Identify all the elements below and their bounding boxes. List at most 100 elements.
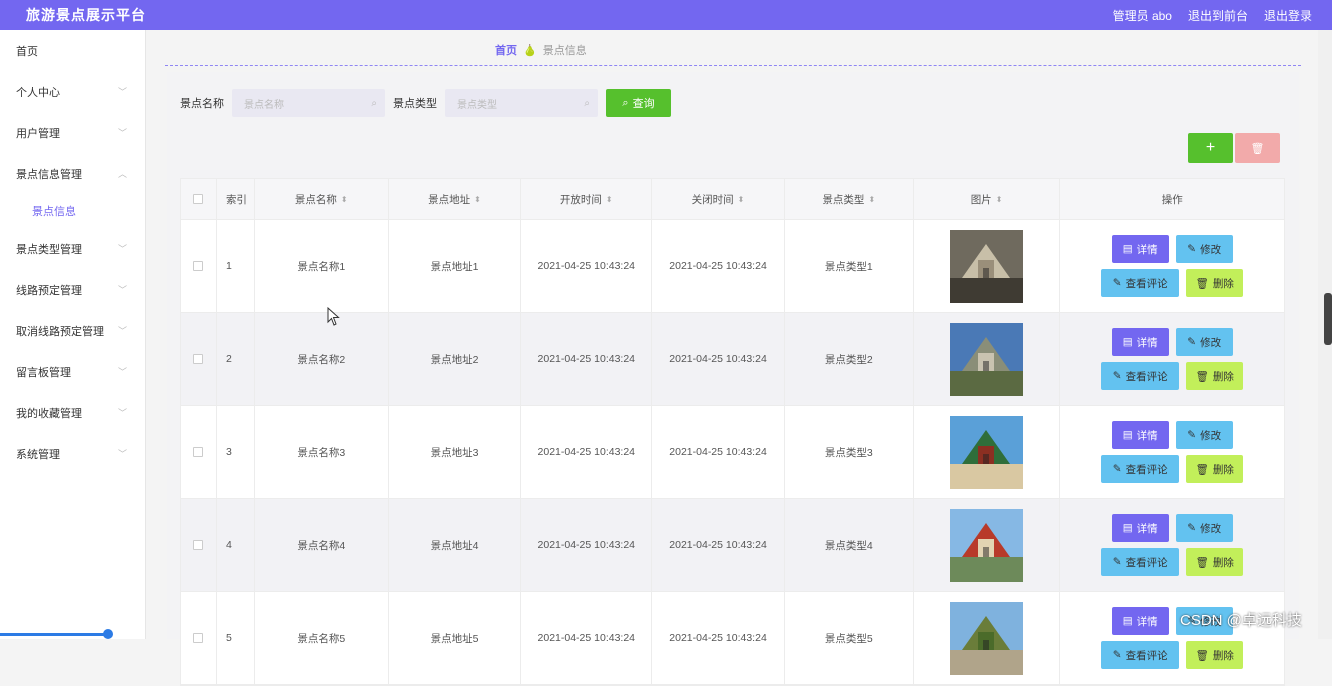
row-checkbox-cell[interactable]	[181, 499, 217, 591]
row-checkbox[interactable]	[193, 540, 204, 550]
delete-button[interactable]: 🗑 删除	[1186, 362, 1244, 390]
cell-name: 景点名称2	[255, 313, 389, 405]
table-body: 1 景点名称1 景点地址1 2021-04-25 10:43:24 2021-0…	[181, 220, 1284, 685]
document-icon: ▤	[1122, 522, 1133, 534]
sort-icon[interactable]: ⬍	[996, 195, 1003, 204]
header-close-time[interactable]: 关闭时间 ⬍	[652, 179, 785, 219]
chevron-down-icon: ﹀	[117, 326, 127, 336]
sort-icon[interactable]: ⬍	[474, 195, 481, 204]
cell-address: 景点地址4	[389, 499, 522, 591]
page-scrollbar-thumb[interactable]	[1324, 293, 1332, 345]
row-checkbox[interactable]	[193, 447, 204, 457]
view-comments-button[interactable]: ✎ 查看评论	[1101, 548, 1180, 576]
sidebar-item-user-management[interactable]: 用户管理 ﹀	[0, 112, 145, 153]
view-comments-button[interactable]: ✎ 查看评论	[1101, 641, 1180, 669]
attraction-thumbnail[interactable]	[950, 415, 1024, 489]
edit-button[interactable]: ✎ 修改	[1175, 235, 1233, 263]
sidebar-item-attraction-type[interactable]: 景点类型管理 ﹀	[0, 228, 145, 269]
cell-address: 景点地址2	[389, 313, 522, 405]
trash-icon: 🗑	[1195, 277, 1209, 290]
delete-button[interactable]: 🗑 删除	[1186, 269, 1244, 297]
pencil-icon: ✎	[1187, 429, 1197, 441]
edit-button[interactable]: ✎ 修改	[1175, 421, 1233, 449]
header-name[interactable]: 景点名称 ⬍	[255, 179, 389, 219]
detail-button[interactable]: ▤ 详情	[1111, 607, 1169, 635]
sort-icon[interactable]: ⬍	[341, 195, 348, 204]
cell-name: 景点名称5	[255, 592, 389, 684]
edit-button[interactable]: ✎ 修改	[1175, 328, 1233, 356]
cell-type: 景点类型2	[785, 313, 914, 405]
table-header: 索引 景点名称 ⬍ 景点地址 ⬍ 开放时间 ⬍ 关闭时间 ⬍ 景点类型 ⬍ 图片 ⬍ 操作	[181, 179, 1284, 220]
row-checkbox[interactable]	[193, 633, 204, 643]
sidebar-item-home[interactable]: 首页	[0, 30, 145, 71]
sidebar-scroll-slider[interactable]	[0, 629, 113, 639]
detail-button[interactable]: ▤ 详情	[1111, 421, 1169, 449]
header-type[interactable]: 景点类型 ⬍	[785, 179, 914, 219]
trash-icon: 🗑	[1195, 649, 1209, 662]
row-checkbox-cell[interactable]	[181, 220, 217, 312]
cell-actions: ▤ 详情 ✎ 修改 ✎ 查看评论 🗑 删除	[1060, 499, 1284, 591]
row-checkbox-cell[interactable]	[181, 406, 217, 498]
cell-type: 景点类型3	[785, 406, 914, 498]
sort-icon[interactable]: ⬍	[738, 195, 745, 204]
detail-button[interactable]: ▤ 详情	[1111, 514, 1169, 542]
attraction-thumbnail[interactable]	[950, 229, 1024, 303]
search-icon: ⌕	[584, 97, 590, 109]
sidebar-item-attraction-management[interactable]: 景点信息管理 ︿	[0, 153, 145, 194]
row-checkbox[interactable]	[193, 354, 204, 364]
edit-button[interactable]: ✎ 修改	[1175, 514, 1233, 542]
row-checkbox[interactable]	[193, 261, 204, 271]
slider-knob[interactable]	[103, 629, 113, 639]
view-comments-button[interactable]: ✎ 查看评论	[1101, 362, 1180, 390]
delete-button[interactable]: 🗑 删除	[1186, 548, 1244, 576]
cell-type: 景点类型1	[785, 220, 914, 312]
header-image[interactable]: 图片 ⬍	[914, 179, 1061, 219]
chevron-down-icon: ﹀	[117, 449, 127, 459]
detail-button[interactable]: ▤ 详情	[1111, 235, 1169, 263]
view-comments-button[interactable]: ✎ 查看评论	[1101, 269, 1180, 297]
sidebar-item-message-board[interactable]: 留言板管理 ﹀	[0, 351, 145, 392]
chevron-down-icon: ﹀	[117, 367, 127, 377]
query-button[interactable]: ⌕ 查询	[606, 89, 671, 117]
logout-link[interactable]: 退出登录	[1264, 7, 1312, 24]
header-address[interactable]: 景点地址 ⬍	[389, 179, 522, 219]
header-open-time[interactable]: 开放时间 ⬍	[521, 179, 653, 219]
chevron-down-icon: ﹀	[117, 408, 127, 418]
name-label: 景点名称	[180, 98, 224, 110]
sort-icon[interactable]: ⬍	[606, 195, 613, 204]
document-icon: ▤	[1122, 243, 1133, 255]
sort-icon[interactable]: ⬍	[868, 195, 875, 204]
exit-to-frontend-link[interactable]: 退出到前台	[1188, 7, 1248, 24]
cell-open-time: 2021-04-25 10:43:24	[521, 592, 653, 684]
cell-address: 景点地址3	[389, 406, 522, 498]
attraction-thumbnail[interactable]	[950, 508, 1024, 582]
breadcrumb-home[interactable]: 首页	[495, 42, 517, 58]
add-button[interactable]: +	[1188, 133, 1233, 163]
attraction-thumbnail[interactable]	[950, 322, 1024, 396]
sidebar-item-system[interactable]: 系统管理 ﹀	[0, 433, 145, 474]
cell-actions: ▤ 详情 ✎ 修改 ✎ 查看评论 🗑 删除	[1060, 592, 1284, 684]
select-all-checkbox-cell[interactable]	[181, 179, 217, 219]
type-search-input[interactable]: 景点类型 ⌕	[445, 89, 598, 117]
sidebar-item-route-booking[interactable]: 线路预定管理 ﹀	[0, 269, 145, 310]
attraction-thumbnail[interactable]	[950, 601, 1024, 675]
detail-button[interactable]: ▤ 详情	[1111, 328, 1169, 356]
row-checkbox-cell[interactable]	[181, 592, 217, 684]
divider	[165, 65, 1301, 66]
sidebar-item-cancel-booking[interactable]: 取消线路预定管理 ﹀	[0, 310, 145, 351]
view-comments-button[interactable]: ✎ 查看评论	[1101, 455, 1180, 483]
delete-button[interactable]: 🗑 删除	[1186, 641, 1244, 669]
sidebar-subitem-attraction-info[interactable]: 景点信息	[0, 194, 145, 228]
cell-actions: ▤ 详情 ✎ 修改 ✎ 查看评论 🗑 删除	[1060, 220, 1284, 312]
name-search-input[interactable]: 景点名称 ⌕	[232, 89, 385, 117]
chevron-down-icon: ﹀	[117, 128, 127, 138]
cell-index: 5	[217, 592, 255, 684]
sidebar-item-personal-center[interactable]: 个人中心 ﹀	[0, 71, 145, 112]
select-all-checkbox[interactable]	[193, 194, 204, 204]
batch-delete-button[interactable]: 🗑	[1235, 133, 1280, 163]
sidebar-item-favorites[interactable]: 我的收藏管理 ﹀	[0, 392, 145, 433]
delete-button[interactable]: 🗑 删除	[1186, 455, 1244, 483]
row-checkbox-cell[interactable]	[181, 313, 217, 405]
trash-icon: 🗑	[1195, 370, 1209, 383]
cell-actions: ▤ 详情 ✎ 修改 ✎ 查看评论 🗑 删除	[1060, 313, 1284, 405]
